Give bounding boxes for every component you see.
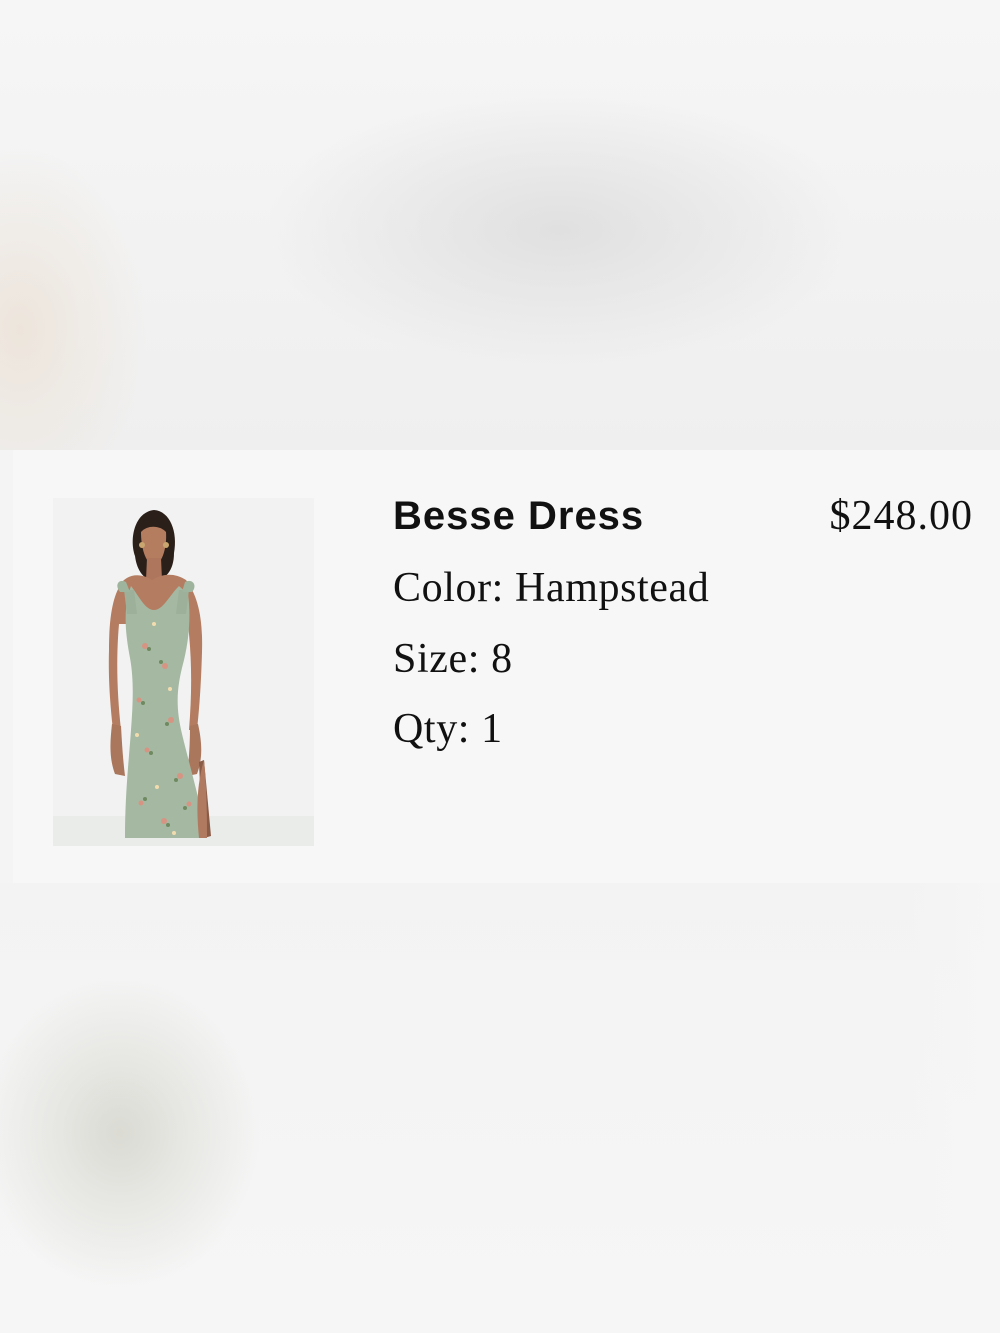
product-image[interactable] <box>53 498 314 846</box>
product-size: Size: 8 <box>393 636 513 682</box>
background-fade <box>910 883 1000 1333</box>
product-quantity: Qty: 1 <box>393 706 503 752</box>
product-name[interactable]: Besse Dress <box>393 490 644 542</box>
product-color: Color: Hampstead <box>393 565 710 611</box>
dress-model-illustration <box>53 498 314 846</box>
product-price: $248.00 <box>829 493 973 539</box>
cart-item-card[interactable]: Besse Dress $248.00 Color: Hampstead Siz… <box>13 450 1000 883</box>
blurred-background-top <box>0 0 1000 450</box>
blurred-background-bottom <box>0 883 1000 1333</box>
